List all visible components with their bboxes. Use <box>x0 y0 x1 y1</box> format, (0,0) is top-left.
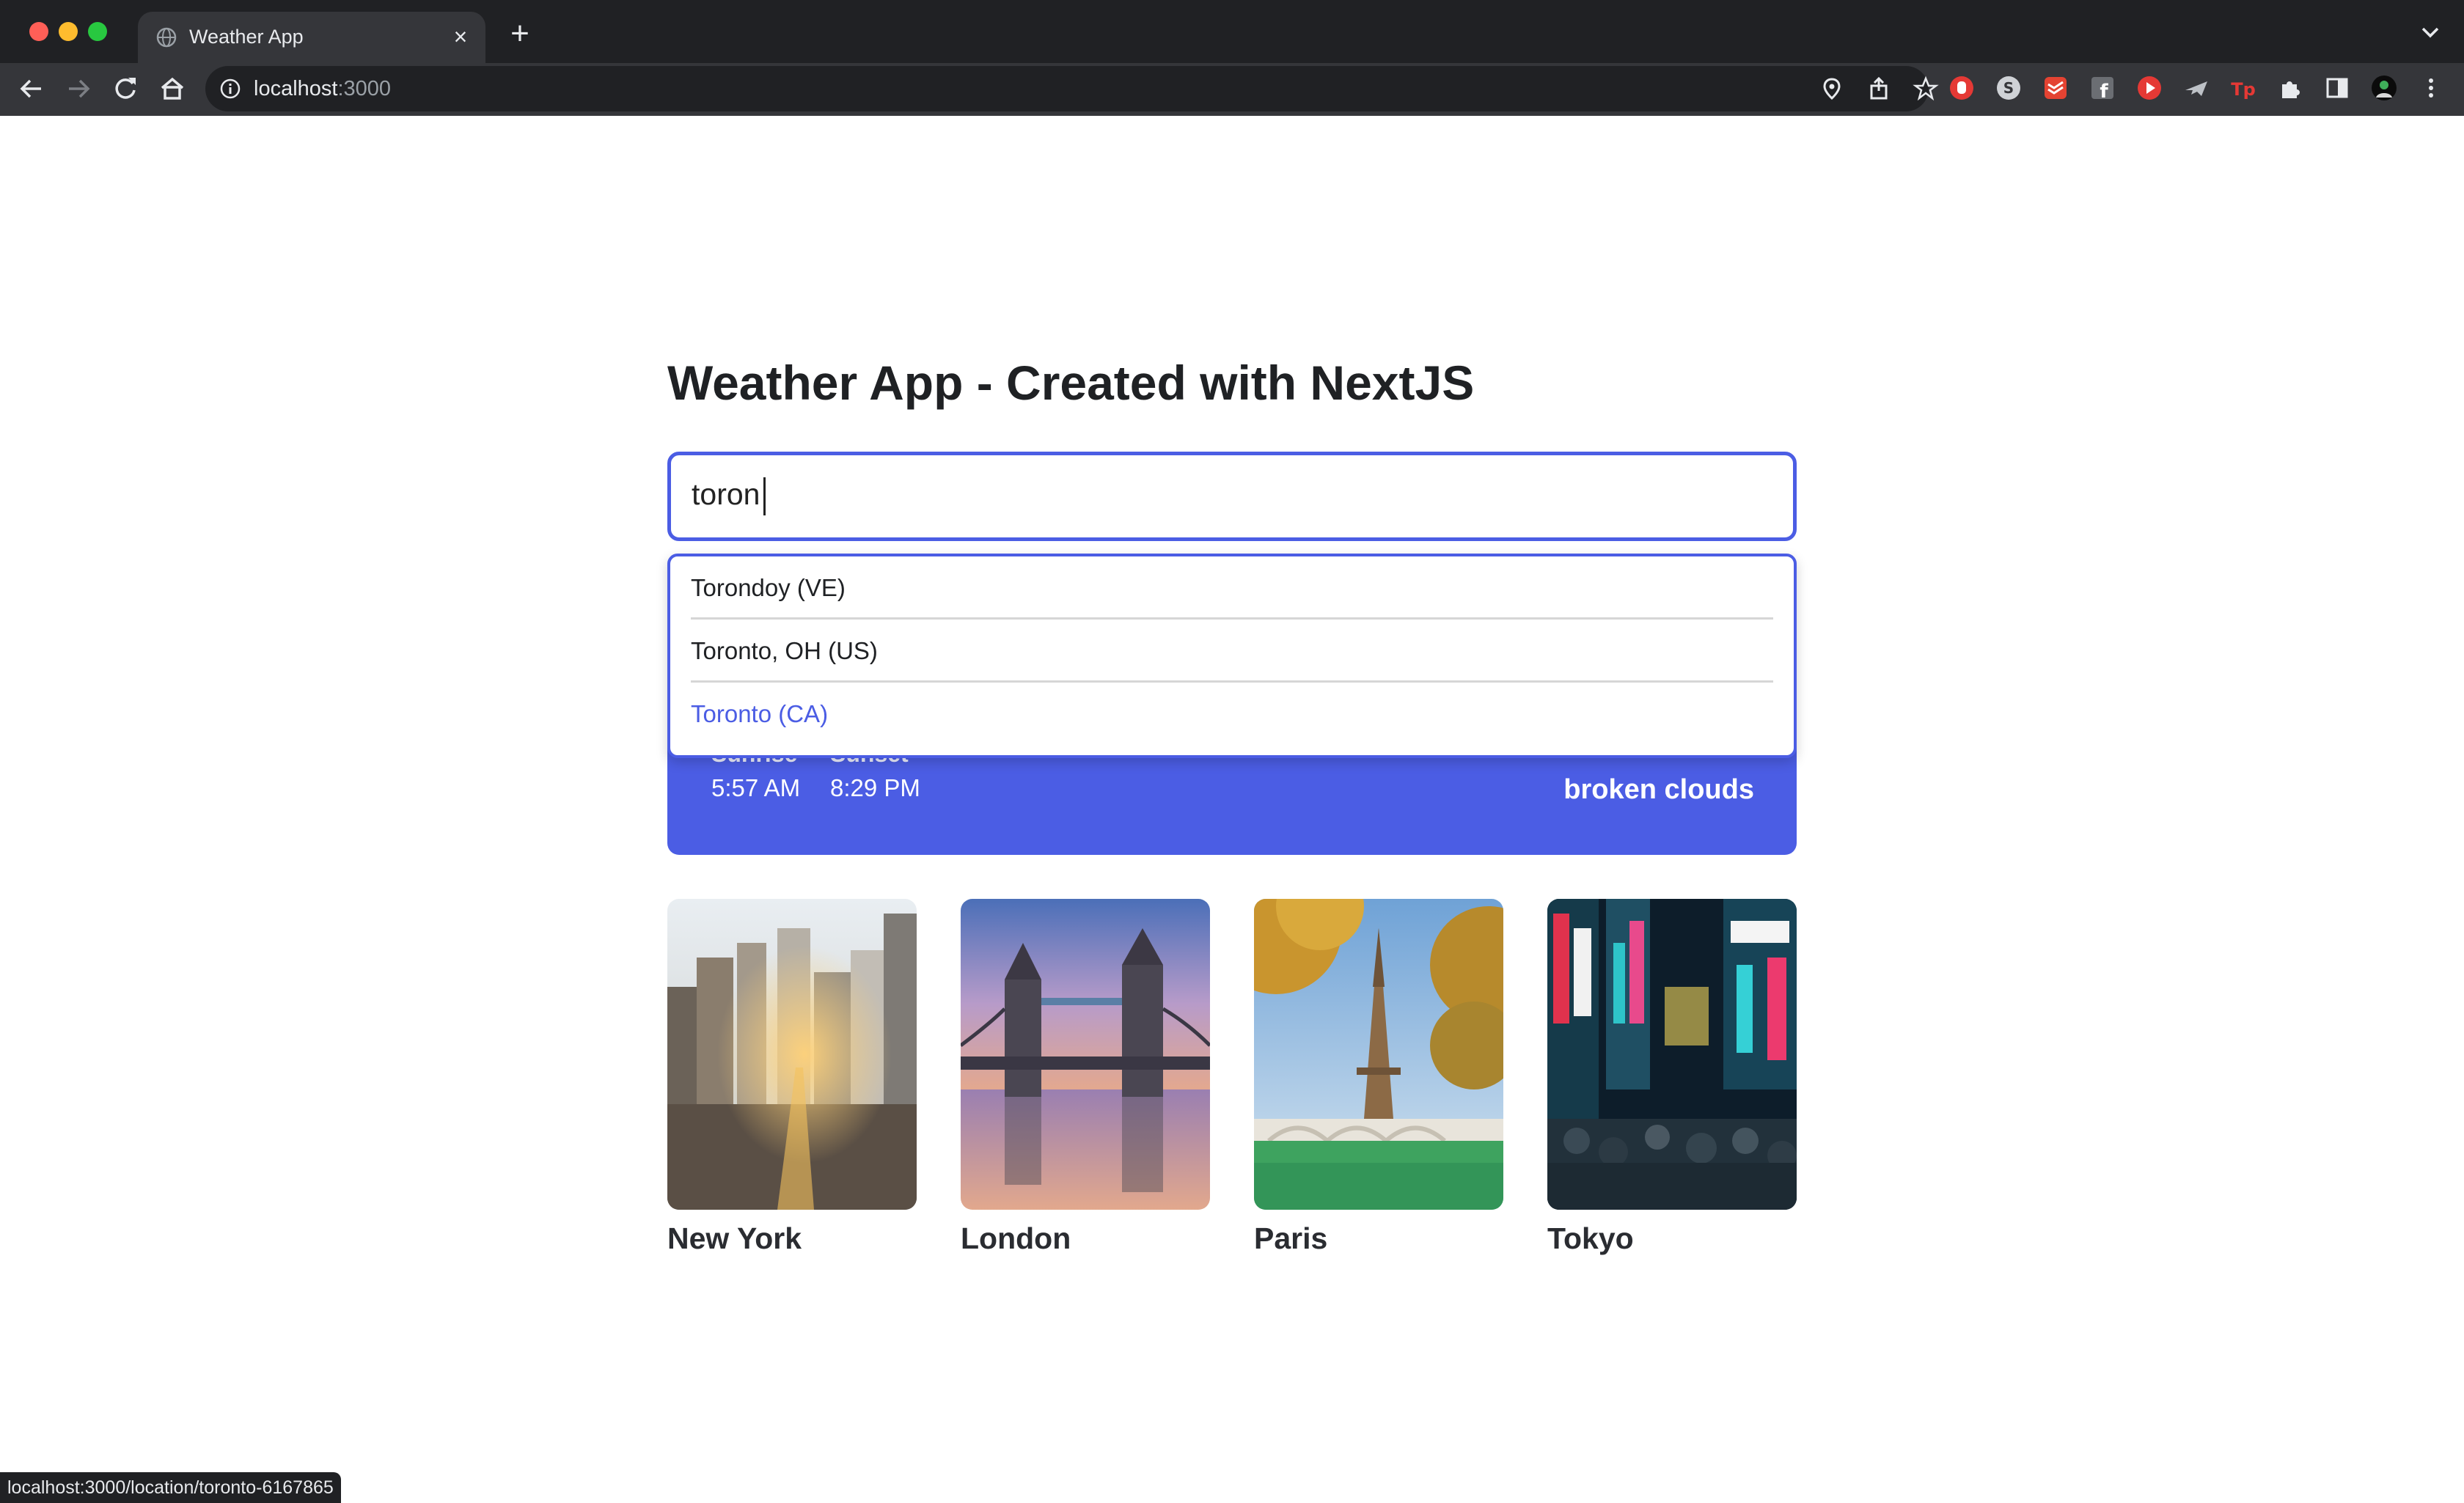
search-value: toron <box>692 477 760 511</box>
new-tab-button[interactable]: + <box>503 18 537 51</box>
info-icon[interactable] <box>219 77 242 100</box>
puzzle-extensions-icon[interactable] <box>2276 74 2304 102</box>
suggestion-item[interactable]: Toronto, OH (US) <box>691 620 1773 683</box>
city-cards: New York London Paris Tokyo <box>667 899 1797 1265</box>
sidebar-icon[interactable] <box>2323 74 2351 102</box>
tab-strip: Weather App × + <box>0 0 2464 63</box>
forward-icon[interactable] <box>62 72 95 106</box>
suggestion-item-hovered[interactable]: Toronto (CA) <box>691 683 1773 746</box>
city-search-input[interactable]: toron <box>667 452 1797 541</box>
url-port: :3000 <box>337 77 392 100</box>
url-host: localhost <box>254 77 338 100</box>
svg-text:S: S <box>2003 79 2014 97</box>
kebab-menu-icon[interactable] <box>2417 74 2445 102</box>
globe-icon <box>156 27 177 48</box>
svg-text:f: f <box>2100 81 2108 102</box>
skype-extension-icon[interactable]: S <box>1995 74 2023 102</box>
sunrise-value: 5:57 AM <box>711 774 801 801</box>
back-icon[interactable] <box>15 72 48 106</box>
home-icon[interactable] <box>155 72 189 106</box>
new-york-image[interactable] <box>667 899 917 1210</box>
tab-title: Weather App <box>189 26 304 48</box>
share-icon[interactable] <box>1866 76 1892 102</box>
chevron-down-icon[interactable] <box>2416 18 2445 47</box>
sunset-value: 8:29 PM <box>830 774 920 801</box>
svg-text:Tp: Tp <box>2231 79 2256 100</box>
london-image[interactable] <box>961 899 1210 1210</box>
city-name[interactable]: Paris <box>1254 1221 1327 1256</box>
suggestions-dropdown: Torondoy (VE) Toronto, OH (US) Toronto (… <box>667 554 1797 758</box>
youtube-extension-icon[interactable] <box>2135 74 2163 102</box>
suggestion-item[interactable]: Torondoy (VE) <box>691 556 1773 620</box>
page-content: Weather App - Created with NextJS toron … <box>0 116 2464 1503</box>
facebook-extension-icon[interactable]: f <box>2089 74 2116 102</box>
browser-tab[interactable]: Weather App × <box>138 12 485 63</box>
city-name[interactable]: New York <box>667 1221 802 1256</box>
todoist-extension-icon[interactable] <box>2042 74 2069 102</box>
profile-avatar-icon[interactable] <box>2370 74 2398 102</box>
link-status-bubble: localhost:3000/location/toronto-6167865 <box>0 1472 341 1503</box>
city-name[interactable]: Tokyo <box>1547 1221 1634 1256</box>
browser-chrome: Weather App × + localhost:3000 S f Tp <box>0 0 2464 116</box>
paris-image[interactable] <box>1254 899 1503 1210</box>
close-window-button[interactable] <box>29 22 48 41</box>
weather-summary-panel: Sunrise 5:57 AM Sunset 8:29 PM broken cl… <box>667 741 1797 855</box>
tokyo-image[interactable] <box>1547 899 1797 1210</box>
maximize-window-button[interactable] <box>88 22 107 41</box>
url-text: localhost:3000 <box>254 77 391 101</box>
weather-description: broken clouds <box>1563 774 1754 805</box>
reload-icon[interactable] <box>109 72 142 106</box>
bookmark-star-icon[interactable] <box>1913 76 1939 102</box>
address-bar[interactable]: localhost:3000 <box>205 66 1939 111</box>
page-title: Weather App - Created with NextJS <box>667 356 1475 410</box>
hand-extension-icon[interactable] <box>1948 74 1976 102</box>
city-name[interactable]: London <box>961 1221 1071 1256</box>
text-caret <box>763 477 766 515</box>
minimize-window-button[interactable] <box>59 22 78 41</box>
location-pin-icon[interactable] <box>1819 76 1845 102</box>
tp-extension-icon[interactable]: Tp <box>2229 74 2257 102</box>
close-tab-icon[interactable]: × <box>446 22 475 51</box>
plane-extension-icon[interactable] <box>2182 74 2210 102</box>
